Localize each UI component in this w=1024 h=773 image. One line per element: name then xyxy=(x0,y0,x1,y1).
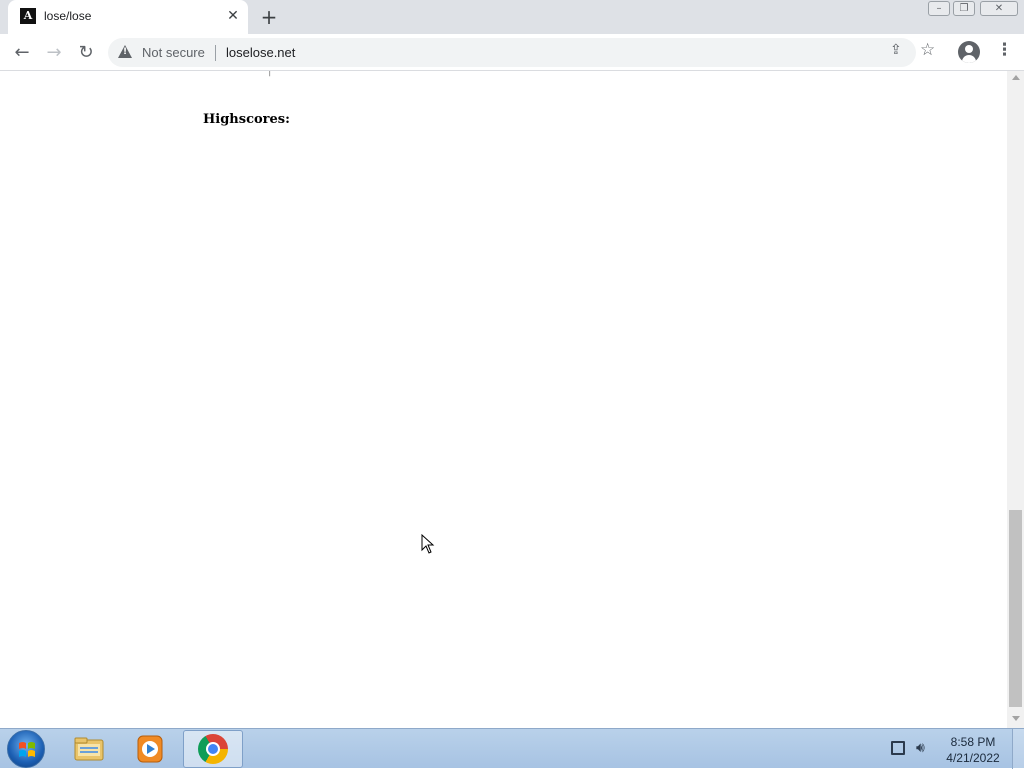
tab-title: lose/lose xyxy=(44,9,92,23)
windows-explorer-icon[interactable] xyxy=(72,734,106,764)
volume-icon[interactable]: 🔊︎ xyxy=(916,740,925,756)
tab-strip: A lose/lose ✕ + – ❐ ✕ xyxy=(0,0,1024,34)
vertical-scrollbar[interactable] xyxy=(1007,71,1024,728)
start-button[interactable] xyxy=(7,730,45,768)
browser-toolbar: ← → ↻ Not secure loselose.net ⇪ xyxy=(0,34,1024,71)
minimize-window-button[interactable]: – xyxy=(928,1,950,16)
back-button[interactable]: ← xyxy=(9,40,35,66)
scrollbar-thumb[interactable] xyxy=(1009,510,1022,707)
profile-avatar-icon[interactable] xyxy=(958,41,980,63)
chrome-taskbar-button[interactable] xyxy=(183,730,243,768)
clock-time: 8:58 PM xyxy=(950,735,996,749)
reload-button[interactable]: ↻ xyxy=(73,40,99,66)
highscores-heading: Highscores: xyxy=(203,112,290,127)
loselose-favicon-icon: A xyxy=(20,8,36,24)
partial-text: | xyxy=(268,71,272,77)
system-clock[interactable]: 8:58 PM 4/21/2022 xyxy=(940,734,1006,766)
scroll-down-arrow-icon[interactable] xyxy=(1012,716,1020,721)
chrome-icon xyxy=(198,734,228,764)
show-desktop-button[interactable] xyxy=(1012,729,1024,769)
media-player-icon[interactable] xyxy=(134,734,168,764)
share-icon[interactable]: ⇪ xyxy=(890,42,902,58)
forward-button[interactable]: → xyxy=(41,40,67,66)
address-bar[interactable]: Not secure loselose.net ⇪ xyxy=(108,38,916,67)
windows-logo-icon xyxy=(19,742,35,757)
address-separator xyxy=(215,45,216,61)
mouse-cursor-icon xyxy=(421,534,435,554)
tab-loselose[interactable]: A lose/lose ✕ xyxy=(8,0,248,34)
tab-close-icon[interactable]: ✕ xyxy=(224,7,242,25)
close-window-button[interactable]: ✕ xyxy=(980,1,1018,16)
network-icon[interactable] xyxy=(891,741,905,755)
warning-icon[interactable] xyxy=(118,45,132,58)
clock-date: 4/21/2022 xyxy=(946,751,1000,765)
url-text[interactable]: loselose.net xyxy=(226,45,295,60)
new-tab-button[interactable]: + xyxy=(258,6,280,28)
windows-taskbar: 🔊︎ 8:58 PM 4/21/2022 xyxy=(0,728,1024,769)
security-status[interactable]: Not secure xyxy=(142,45,205,60)
bookmark-star-icon[interactable]: ☆ xyxy=(920,40,935,60)
browser-menu-icon[interactable]: ⋮ xyxy=(996,40,1013,60)
page-content: | Highscores: xyxy=(0,71,1007,728)
restore-window-button[interactable]: ❐ xyxy=(953,1,975,16)
scroll-up-arrow-icon[interactable] xyxy=(1012,75,1020,80)
